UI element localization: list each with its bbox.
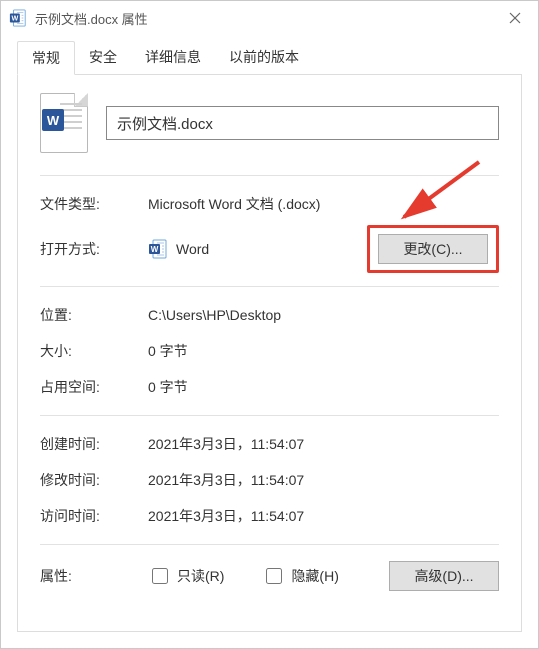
file-type-label: 文件类型: [40,194,148,214]
created-label: 创建时间: [40,434,148,454]
tab-security-label: 安全 [89,49,117,65]
row-attributes: 属性: 只读(R) 隐藏(H) 高级(D)... [40,555,499,597]
location-value: C:\Users\HP\Desktop [148,307,281,323]
accessed-value: 2021年3月3日，11:54:07 [148,506,304,526]
row-file-type: 文件类型: Microsoft Word 文档 (.docx) [40,186,499,222]
tab-general-label: 常规 [32,50,60,66]
separator [40,544,499,545]
tab-previous-versions[interactable]: 以前的版本 [215,41,313,75]
hidden-label: 隐藏(H) [291,566,338,586]
size-value: 0 字节 [148,341,188,361]
file-type-value: Microsoft Word 文档 (.docx) [148,194,320,214]
size-label: 大小: [40,341,148,361]
hidden-check[interactable]: 隐藏(H) [262,565,338,587]
close-button[interactable] [492,1,538,35]
close-icon [509,12,521,24]
disk-label: 占用空间: [40,377,148,397]
advanced-button[interactable]: 高级(D)... [389,561,499,591]
word-badge-icon: W [42,109,64,131]
filename-input[interactable] [106,106,499,140]
window-title: 示例文档.docx 属性 [35,9,148,28]
hidden-checkbox[interactable] [266,568,282,584]
separator [40,175,499,176]
attributes-label: 属性: [40,566,148,586]
tab-details-label: 详细信息 [145,49,201,65]
separator [40,415,499,416]
properties-window: W 示例文档.docx 属性 常规 安全 详细信息 以前的版本 [0,0,539,649]
readonly-check[interactable]: 只读(R) [148,565,224,587]
tab-previous-label: 以前的版本 [229,49,299,65]
row-modified: 修改时间: 2021年3月3日，11:54:07 [40,462,499,498]
svg-text:W: W [151,245,159,254]
opens-with-value: Word [176,241,209,257]
created-value: 2021年3月3日，11:54:07 [148,434,304,454]
tab-strip: 常规 安全 详细信息 以前的版本 [1,35,538,75]
row-size: 大小: 0 字节 [40,333,499,369]
word-app-icon: W [148,239,168,259]
disk-value: 0 字节 [148,377,188,397]
modified-label: 修改时间: [40,470,148,490]
tab-details[interactable]: 详细信息 [131,41,215,75]
word-icon: W [9,9,27,27]
row-accessed: 访问时间: 2021年3月3日，11:54:07 [40,498,499,534]
tab-security[interactable]: 安全 [75,41,131,75]
title-bar: W 示例文档.docx 属性 [1,1,538,35]
modified-value: 2021年3月3日，11:54:07 [148,470,304,490]
change-button[interactable]: 更改(C)... [378,234,488,264]
file-header: W [40,93,499,153]
change-button-highlight: 更改(C)... [367,225,499,273]
document-icon: W [40,93,88,153]
row-location: 位置: C:\Users\HP\Desktop [40,297,499,333]
row-opens-with: 打开方式: W Word 更改(C)... [40,222,499,276]
accessed-label: 访问时间: [40,506,148,526]
opens-with-label: 打开方式: [40,239,148,259]
svg-text:W: W [11,14,18,23]
general-panel: W 文件类型: Microsoft Word 文档 (.docx) 打开方式: … [17,75,522,632]
readonly-checkbox[interactable] [152,568,168,584]
location-label: 位置: [40,305,148,325]
row-created: 创建时间: 2021年3月3日，11:54:07 [40,426,499,462]
separator [40,286,499,287]
tab-general[interactable]: 常规 [17,41,75,75]
readonly-label: 只读(R) [177,566,224,586]
row-disk: 占用空间: 0 字节 [40,369,499,405]
